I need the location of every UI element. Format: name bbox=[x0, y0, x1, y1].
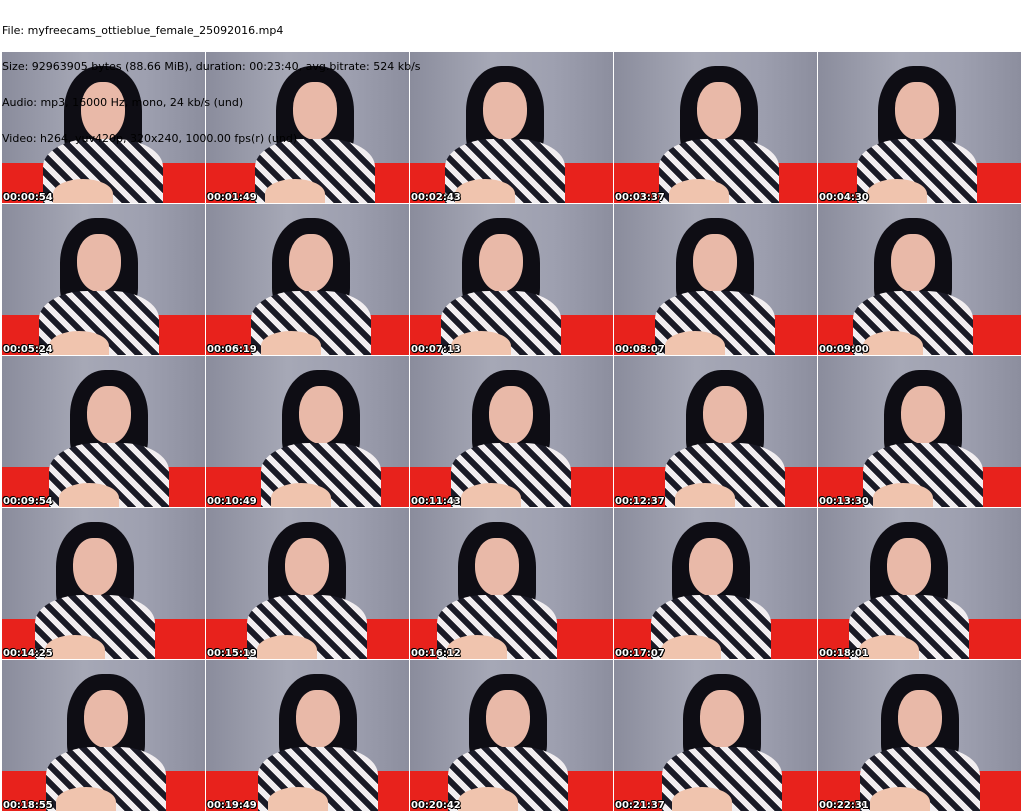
timestamp: 00:05:24 bbox=[3, 344, 53, 355]
audio-info: Audio: mp3, 16000 Hz, mono, 24 kb/s (und… bbox=[2, 96, 244, 109]
person-face bbox=[489, 386, 533, 444]
person-face bbox=[73, 538, 117, 596]
person-knee bbox=[261, 331, 321, 355]
video-thumbnail: 00:09:00 bbox=[818, 204, 1021, 355]
timestamp: 00:09:00 bbox=[819, 344, 869, 355]
person-knee bbox=[863, 331, 923, 355]
timestamp: 00:15:19 bbox=[207, 648, 257, 659]
video-thumbnail: 00:16:12 bbox=[410, 508, 613, 659]
video-thumbnail: 00:06:19 bbox=[206, 204, 409, 355]
timestamp: 00:19:49 bbox=[207, 800, 257, 811]
timestamp: 00:01:49 bbox=[207, 192, 257, 203]
video-thumbnail: 00:07:13 bbox=[410, 204, 613, 355]
video-thumbnail: 00:11:43 bbox=[410, 356, 613, 507]
person-knee bbox=[265, 179, 325, 203]
video-thumbnail: 00:15:19 bbox=[206, 508, 409, 659]
person-knee bbox=[461, 483, 521, 507]
timestamp: 00:09:54 bbox=[3, 496, 53, 507]
person-face bbox=[689, 538, 733, 596]
video-thumbnail: 00:04:30 bbox=[818, 52, 1021, 203]
timestamp: 00:13:30 bbox=[819, 496, 869, 507]
video-thumbnail: 00:12:37 bbox=[614, 356, 817, 507]
timestamp: 00:12:37 bbox=[615, 496, 665, 507]
person-face bbox=[299, 386, 343, 444]
video-thumbnail: 00:20:42 bbox=[410, 660, 613, 811]
timestamp: 00:03:37 bbox=[615, 192, 665, 203]
video-thumbnail: 00:22:31 bbox=[818, 660, 1021, 811]
timestamp: 00:00:54 bbox=[3, 192, 53, 203]
timestamp: 00:08:07 bbox=[615, 344, 665, 355]
person-knee bbox=[53, 179, 113, 203]
person-face bbox=[700, 690, 744, 748]
timestamp: 00:18:01 bbox=[819, 648, 869, 659]
person-knee bbox=[257, 635, 317, 659]
video-thumbnail: 00:05:24 bbox=[2, 204, 205, 355]
timestamp: 00:07:13 bbox=[411, 344, 461, 355]
video-info: Video: h264, yuv420p, 320x240, 1000.00 f… bbox=[2, 132, 298, 145]
timestamp: 00:18:55 bbox=[3, 800, 53, 811]
person-knee bbox=[268, 787, 328, 811]
person-face bbox=[285, 538, 329, 596]
person-knee bbox=[675, 483, 735, 507]
thumbnail-grid: 00:00:54 00:01:49 00:02:43 00:03:37 00:04:30… bbox=[2, 52, 1021, 811]
timestamp: 00:11:43 bbox=[411, 496, 461, 507]
person-face bbox=[703, 386, 747, 444]
person-knee bbox=[665, 331, 725, 355]
file-size-duration: Size: 92963905 bytes (88.66 MiB), durati… bbox=[2, 60, 421, 73]
video-thumbnail: 00:17:07 bbox=[614, 508, 817, 659]
person-knee bbox=[458, 787, 518, 811]
video-thumbnail: 00:18:01 bbox=[818, 508, 1021, 659]
timestamp: 00:04:30 bbox=[819, 192, 869, 203]
video-thumbnail: 00:14:25 bbox=[2, 508, 205, 659]
video-thumbnail: 00:09:54 bbox=[2, 356, 205, 507]
timestamp: 00:16:12 bbox=[411, 648, 461, 659]
person-face bbox=[475, 538, 519, 596]
timestamp: 00:14:25 bbox=[3, 648, 53, 659]
person-knee bbox=[873, 483, 933, 507]
person-face bbox=[693, 234, 737, 292]
person-face bbox=[289, 234, 333, 292]
person-face bbox=[483, 82, 527, 140]
person-face bbox=[898, 690, 942, 748]
video-thumbnail: 00:08:07 bbox=[614, 204, 817, 355]
person-knee bbox=[59, 483, 119, 507]
person-knee bbox=[56, 787, 116, 811]
person-knee bbox=[669, 179, 729, 203]
timestamp: 00:17:07 bbox=[615, 648, 665, 659]
person-face bbox=[901, 386, 945, 444]
person-face bbox=[486, 690, 530, 748]
video-thumbnail: 00:13:30 bbox=[818, 356, 1021, 507]
file-info-header: File: myfreecams_ottieblue_female_250920… bbox=[2, 1, 421, 157]
person-knee bbox=[455, 179, 515, 203]
timestamp: 00:06:19 bbox=[207, 344, 257, 355]
video-thumbnail: 00:18:55 bbox=[2, 660, 205, 811]
video-thumbnail: 00:10:49 bbox=[206, 356, 409, 507]
person-knee bbox=[661, 635, 721, 659]
person-face bbox=[296, 690, 340, 748]
video-thumbnail: 00:02:43 bbox=[410, 52, 613, 203]
video-thumbnail: 00:21:37 bbox=[614, 660, 817, 811]
file-name: File: myfreecams_ottieblue_female_250920… bbox=[2, 24, 284, 37]
person-face bbox=[891, 234, 935, 292]
person-face bbox=[887, 538, 931, 596]
timestamp: 00:21:37 bbox=[615, 800, 665, 811]
person-face bbox=[479, 234, 523, 292]
person-knee bbox=[867, 179, 927, 203]
timestamp: 00:22:31 bbox=[819, 800, 869, 811]
person-face bbox=[87, 386, 131, 444]
person-face bbox=[895, 82, 939, 140]
person-knee bbox=[49, 331, 109, 355]
person-face bbox=[84, 690, 128, 748]
person-face bbox=[77, 234, 121, 292]
video-thumbnail: 00:19:49 bbox=[206, 660, 409, 811]
timestamp: 00:20:42 bbox=[411, 800, 461, 811]
person-face bbox=[697, 82, 741, 140]
timestamp: 00:02:43 bbox=[411, 192, 461, 203]
person-knee bbox=[870, 787, 930, 811]
person-knee bbox=[672, 787, 732, 811]
timestamp: 00:10:49 bbox=[207, 496, 257, 507]
person-knee bbox=[45, 635, 105, 659]
person-knee bbox=[271, 483, 331, 507]
video-thumbnail: 00:03:37 bbox=[614, 52, 817, 203]
